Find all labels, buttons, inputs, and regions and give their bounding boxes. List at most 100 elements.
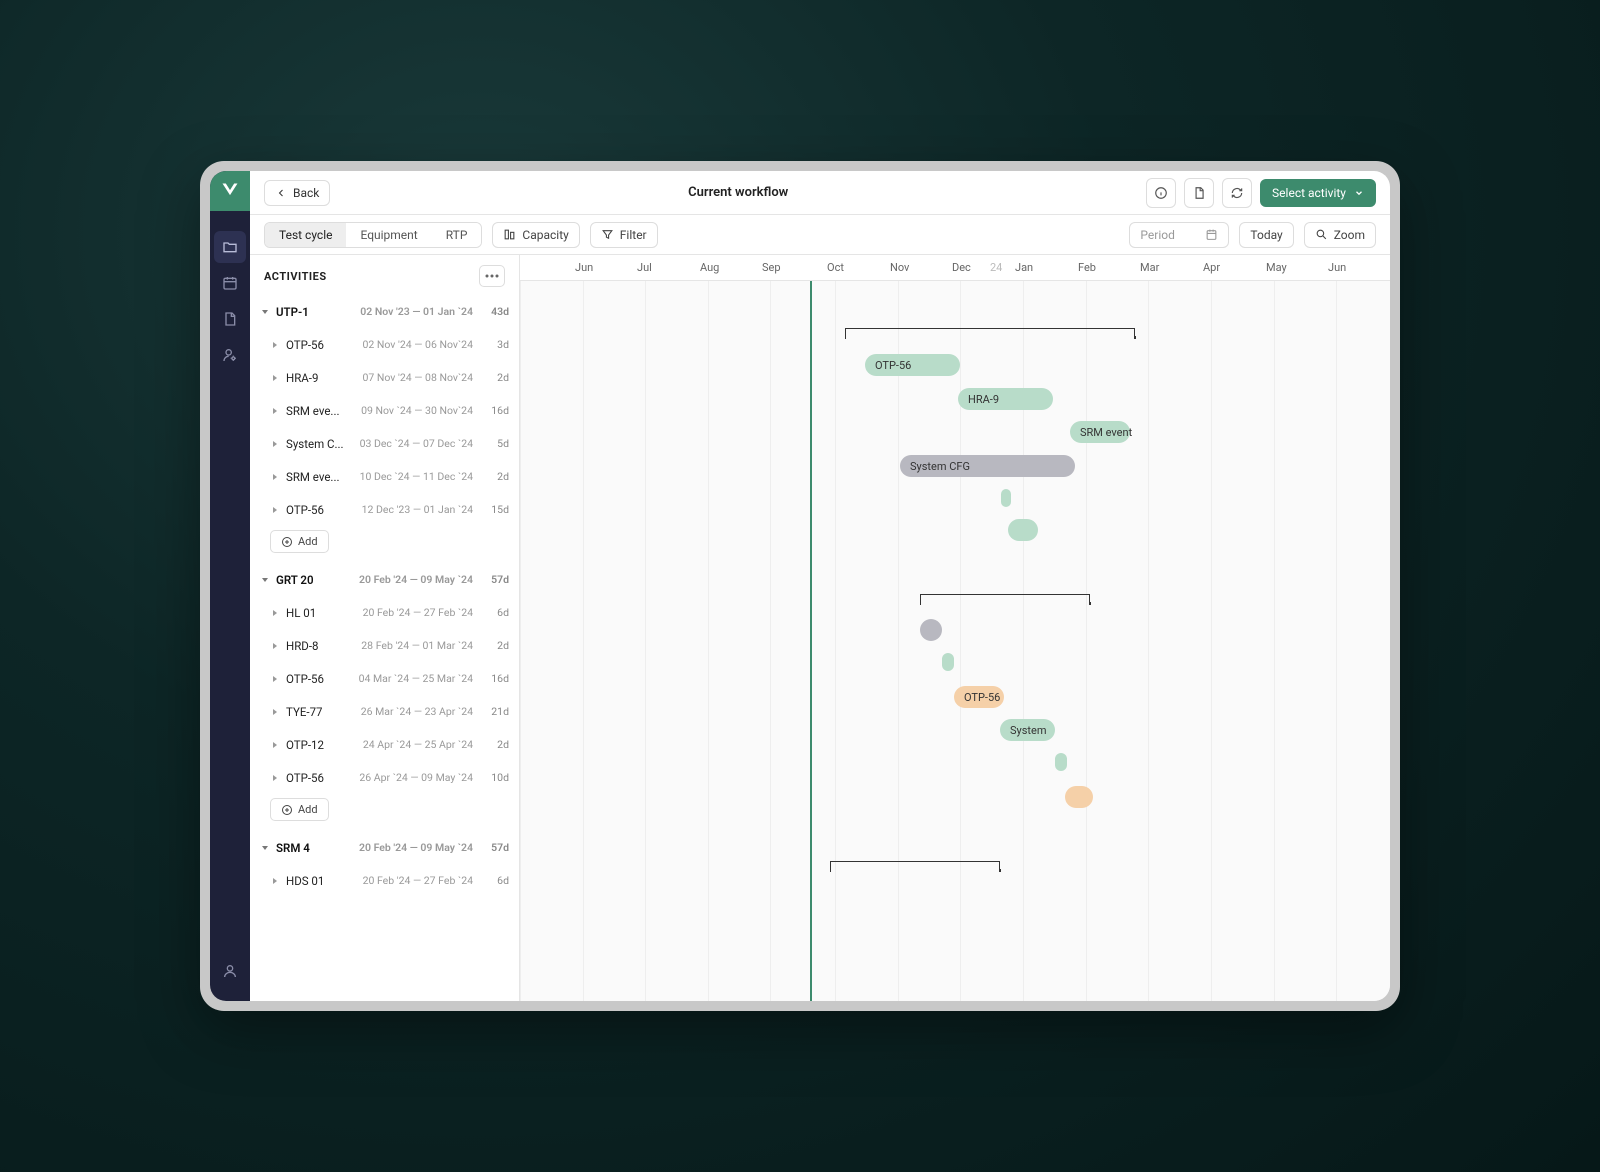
activity-row[interactable]: OTP-5612 Dec '23 — 01 Jan `2415d [250, 493, 519, 526]
gantt-bar[interactable]: HRA-9 [958, 388, 1053, 410]
period-picker[interactable]: Period [1129, 222, 1229, 248]
activity-dates: 07 Nov '24 — 08 Nov`24 [354, 371, 473, 384]
refresh-button[interactable] [1222, 178, 1252, 208]
group-bracket [830, 861, 1000, 869]
activity-name: OTP-56 [286, 672, 348, 686]
gantt-bar[interactable] [942, 653, 954, 671]
gridline [708, 281, 709, 1001]
activity-duration: 2d [479, 639, 509, 652]
select-activity-button[interactable]: Select activity [1260, 179, 1376, 207]
refresh-icon [1230, 186, 1244, 200]
group-bracket [845, 328, 1135, 336]
activity-row[interactable]: SRM eve... 10 Dec `24 — 11 Dec `24 2d [250, 460, 519, 493]
gridline [1148, 281, 1149, 1001]
activity-dates: 09 Nov `24 — 30 Nov`24 [354, 404, 473, 417]
group-row[interactable]: SRM 4 20 Feb '24 — 09 May `24 57d [250, 831, 519, 864]
info-button[interactable] [1146, 178, 1176, 208]
activity-row[interactable]: OTP-5626 Apr `24 — 09 May `2410d [250, 761, 519, 794]
activity-row[interactable]: HRA-907 Nov '24 — 08 Nov`242d [250, 361, 519, 394]
period-label: Period [1140, 228, 1174, 242]
back-label: Back [293, 186, 319, 200]
activity-duration: 15d [479, 503, 509, 516]
activity-row[interactable]: HDS 0120 Feb '24 — 27 Feb `246d [250, 864, 519, 897]
today-button[interactable]: Today [1239, 222, 1293, 248]
caret-down-icon [260, 843, 270, 853]
toolbar: Test cycle Equipment RTP Capacity Filter… [250, 215, 1390, 255]
plus-icon [281, 804, 293, 816]
caret-right-icon [270, 340, 280, 350]
gridline [645, 281, 646, 1001]
activity-duration: 2d [479, 470, 509, 483]
capacity-icon [503, 228, 516, 241]
group-name: SRM 4 [276, 841, 338, 855]
sidebar-title: ACTIVITIES [264, 270, 327, 283]
activity-dates: 04 Mar `24 — 25 Mar `24 [354, 672, 473, 685]
activity-row[interactable]: HRD-828 Feb '24 — 01 Mar `242d [250, 629, 519, 662]
activity-row[interactable]: System C...03 Dec `24 — 07 Dec `245d [250, 427, 519, 460]
group-bracket [920, 594, 1090, 602]
caret-down-icon [260, 575, 270, 585]
activity-duration: 6d [479, 606, 509, 619]
caret-right-icon [270, 373, 280, 383]
activity-duration: 10d [479, 771, 509, 784]
gantt-bar[interactable]: OTP-56 [954, 686, 1004, 708]
caret-right-icon [270, 439, 280, 449]
app-logo [210, 171, 250, 211]
activity-dates: 20 Feb '24 — 27 Feb `24 [354, 874, 473, 887]
capacity-button[interactable]: Capacity [492, 222, 579, 248]
add-activity-button[interactable]: Add [270, 530, 329, 553]
activity-dates: 26 Apr `24 — 09 May `24 [354, 771, 473, 784]
group-row[interactable]: GRT 2020 Feb '24 — 09 May `2457d [250, 563, 519, 596]
gantt-bar[interactable] [1065, 786, 1093, 808]
activity-row[interactable]: TYE-7726 Mar `24 — 23 Apr `2421d [250, 695, 519, 728]
group-duration: 57d [479, 841, 509, 854]
gantt-bar[interactable]: SRM event [1070, 421, 1130, 443]
gantt-bar[interactable]: System CFG [900, 455, 1075, 477]
nav-folder[interactable] [214, 231, 246, 263]
activity-name: System C... [286, 437, 348, 451]
gantt-bar[interactable] [920, 619, 942, 641]
activity-dates: 10 Dec `24 — 11 Dec `24 [354, 470, 473, 483]
gantt-bar[interactable]: OTP-56 [865, 354, 960, 376]
activity-name: HDS 01 [286, 874, 348, 888]
activity-dates: 26 Mar `24 — 23 Apr `24 [354, 705, 473, 718]
nav-document[interactable] [214, 303, 246, 335]
activity-row[interactable]: HL 0120 Feb '24 — 27 Feb `246d [250, 596, 519, 629]
activity-name: TYE-77 [286, 705, 348, 719]
gantt-bar[interactable] [1055, 753, 1067, 771]
gridline [1086, 281, 1087, 1001]
nav-calendar[interactable] [214, 267, 246, 299]
group-name: UTP-1 [276, 305, 338, 319]
arrow-left-icon [275, 187, 287, 199]
back-button[interactable]: Back [264, 180, 330, 206]
add-activity-button[interactable]: Add [270, 798, 329, 821]
gantt-bar[interactable]: System [1000, 719, 1055, 741]
activity-row[interactable]: OTP-5602 Nov '24 — 06 Nov`243d [250, 328, 519, 361]
tab-equipment[interactable]: Equipment [346, 223, 431, 247]
month-label: May [1266, 255, 1287, 274]
gantt-bar[interactable] [1008, 519, 1038, 541]
activity-row[interactable]: OTP-56 04 Mar `24 — 25 Mar `24 16d [250, 662, 519, 695]
tab-rtp[interactable]: RTP [432, 223, 482, 247]
caret-right-icon [270, 674, 280, 684]
calendar-icon [1205, 228, 1218, 241]
more-button[interactable] [479, 265, 505, 287]
activity-row[interactable]: OTP-1224 Apr `24 — 25 Apr `242d [250, 728, 519, 761]
filter-button[interactable]: Filter [590, 222, 658, 248]
group-name: GRT 20 [276, 573, 338, 587]
tab-test-cycle[interactable]: Test cycle [265, 223, 346, 247]
gantt-chart[interactable]: yJunJulAugSepOctNovDec24JanFebMarAprMayJ… [520, 255, 1390, 1001]
gridline [898, 281, 899, 1001]
zoom-button[interactable]: Zoom [1304, 222, 1376, 248]
activity-name: SRM eve... [286, 470, 348, 484]
month-label: Jun [575, 255, 593, 274]
document-button[interactable] [1184, 178, 1214, 208]
nav-user-settings[interactable] [214, 339, 246, 371]
activity-duration: 16d [479, 672, 509, 685]
nav-profile[interactable] [214, 955, 246, 987]
info-icon [1154, 186, 1168, 200]
group-row[interactable]: UTP-102 Nov '23 — 01 Jan `2443d [250, 295, 519, 328]
gantt-bar[interactable] [1001, 489, 1011, 507]
group-dates: 20 Feb '24 — 09 May `24 [344, 841, 473, 854]
activity-row[interactable]: SRM eve...09 Nov `24 — 30 Nov`2416d [250, 394, 519, 427]
